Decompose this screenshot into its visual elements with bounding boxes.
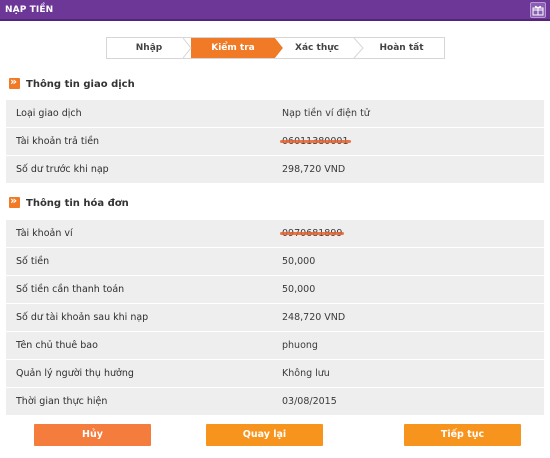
masked-account-number: 06011380001	[280, 136, 350, 147]
gift-icon	[532, 5, 544, 16]
page-title: NẠP TIỀN	[5, 5, 54, 15]
table-row: Số tiền 50,000	[6, 248, 544, 276]
table-row: Quản lý người thụ hưởng Không lưu	[6, 360, 544, 388]
row-value: 298,720 VND	[282, 164, 346, 175]
row-label: Số dư trước khi nạp	[16, 164, 109, 175]
table-row: Số dư tài khoản sau khi nạp 248,720 VND	[6, 304, 544, 332]
row-label: Tài khoản ví	[16, 228, 73, 239]
row-value: 50,000	[282, 256, 316, 267]
step-kiem-tra: Kiểm tra	[191, 38, 275, 58]
row-value: 03/08/2015	[282, 396, 337, 407]
next-button[interactable]: Tiếp tục	[404, 424, 521, 446]
table-row: Số tiền cần thanh toán 50,000	[6, 276, 544, 304]
transaction-table: Loại giao dịch Nạp tiền ví điện tử Tài k…	[6, 100, 544, 184]
row-label: Số dư tài khoản sau khi nạp	[16, 312, 149, 323]
table-row: Tài khoản trả tiền 06011380001	[6, 128, 544, 156]
table-row: Loại giao dịch Nạp tiền ví điện tử	[6, 100, 544, 128]
section-transaction-title: Thông tin giao dịch	[9, 75, 135, 90]
step-arrow-icon	[353, 38, 364, 58]
row-value: phuong	[282, 340, 318, 351]
table-row: Số dư trước khi nạp 298,720 VND	[6, 156, 544, 184]
step-hoan-tat: Hoàn tất	[379, 43, 424, 53]
back-button[interactable]: Quay lại	[206, 424, 323, 446]
row-label: Quản lý người thụ hưởng	[16, 368, 134, 379]
row-label: Loại giao dịch	[16, 108, 82, 119]
row-label: Số tiền cần thanh toán	[16, 284, 125, 295]
row-value: 248,720 VND	[282, 312, 346, 323]
row-label: Tên chủ thuê bao	[16, 340, 98, 351]
section-invoice-title: Thông tin hóa đơn	[9, 194, 129, 209]
row-value: 50,000	[282, 284, 316, 295]
row-value: Không lưu	[282, 368, 330, 379]
title-bar: NẠP TIỀN	[0, 0, 550, 21]
step-arrow-icon	[183, 38, 199, 58]
step-nhap: Nhập	[135, 43, 163, 53]
cancel-button[interactable]: Hủy	[34, 424, 151, 446]
masked-wallet-number: 0970681899	[279, 228, 345, 239]
step-xac-thuc: Xác thực	[295, 43, 339, 53]
table-row: Thời gian thực hiện 03/08/2015	[6, 388, 544, 416]
row-value: Nạp tiền ví điện tử	[282, 108, 370, 119]
row-label: Tài khoản trả tiền	[16, 136, 100, 147]
invoice-table: Tài khoản ví 0970681899 Số tiền 50,000 S…	[6, 220, 544, 416]
gift-button[interactable]	[530, 2, 546, 18]
table-row: Tài khoản ví 0970681899	[6, 220, 544, 248]
step-arrow-icon	[267, 38, 283, 58]
step-indicator: Nhập Kiểm tra Xác thực Hoàn tất	[106, 37, 445, 59]
row-label: Số tiền	[16, 256, 50, 267]
double-chevron-icon	[9, 194, 20, 208]
table-row: Tên chủ thuê bao phuong	[6, 332, 544, 360]
row-label: Thời gian thực hiện	[16, 396, 108, 407]
double-chevron-icon	[9, 75, 20, 89]
